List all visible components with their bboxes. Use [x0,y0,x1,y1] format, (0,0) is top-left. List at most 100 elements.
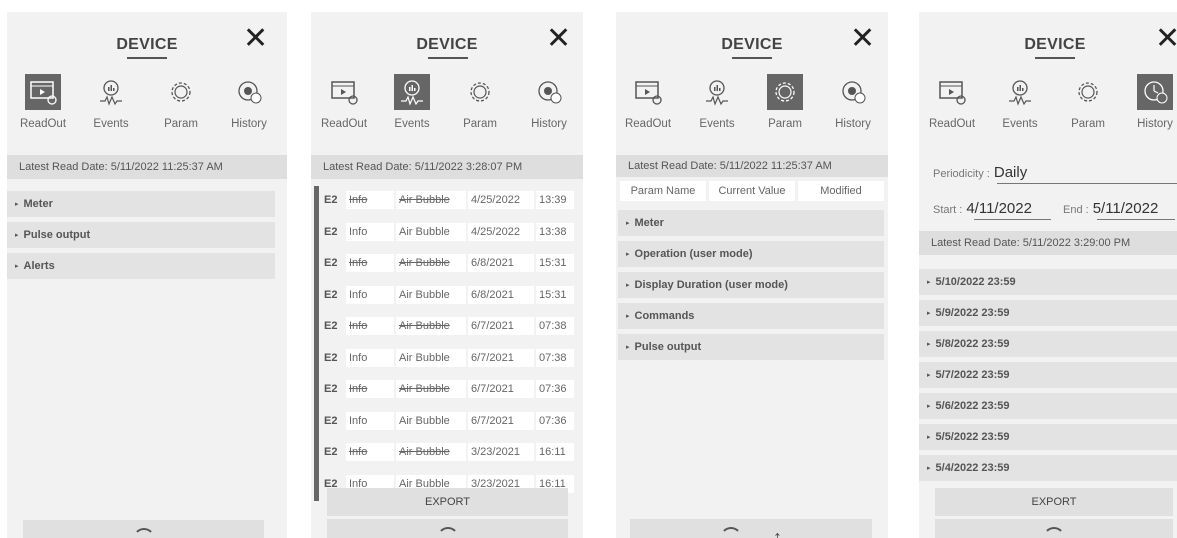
history-entry[interactable]: ▸ 5/7/2022 23:59 [919,362,1177,388]
table-row[interactable]: E2 Info Air Bubble 6/7/2021 07:38 [311,312,583,344]
end-label: End : [1063,204,1089,216]
event-level-cell: Info [346,191,394,209]
section-operation[interactable]: ▸ Operation (user mode) [618,241,884,267]
event-message-cell: Air Bubble [396,254,466,272]
tab-readout[interactable]: ReadOut [314,74,374,130]
tab-events[interactable]: Events [990,74,1050,130]
export-button[interactable]: EXPORT [935,488,1173,516]
tab-history[interactable]: History [219,74,279,130]
table-row[interactable]: E2 Info Air Bubble 6/8/2021 15:31 [311,280,583,312]
refresh-button[interactable] [935,519,1173,538]
section-meter[interactable]: ▸ Meter [618,210,884,236]
history-entry[interactable]: ▸ 5/9/2022 23:59 [919,300,1177,326]
table-row[interactable]: E2 Info Air Bubble 4/25/2022 13:39 [311,186,583,218]
export-button[interactable]: EXPORT [327,488,568,516]
tab-history[interactable]: History [1125,74,1177,130]
readout-icon [326,74,362,110]
row-accent-bar [314,438,319,470]
tab-label: ReadOut [624,118,672,130]
section-commands[interactable]: ▸ Commands [618,303,884,329]
event-level-cell: Info [346,380,394,398]
param-icon [462,74,498,110]
history-icon [1137,74,1173,110]
refresh-button[interactable] [327,519,568,538]
event-time-cell: 16:11 [536,443,574,461]
upload-icon[interactable]: ↑ [773,527,782,538]
tab-events[interactable]: Events [81,74,141,130]
tab-param[interactable]: Param [1058,74,1118,130]
refresh-button[interactable] [23,520,264,538]
tab-history[interactable]: History [823,74,883,130]
tab-readout[interactable]: ReadOut [13,74,73,130]
expand-triangle-icon: ▸ [626,313,630,320]
event-level-cell: Info [346,285,394,304]
event-time-cell: 07:36 [536,411,574,430]
close-icon[interactable]: ✕ [243,24,268,54]
start-underline [974,219,1051,220]
close-icon[interactable]: ✕ [546,24,571,54]
history-entry[interactable]: ▸ 5/4/2022 23:59 [919,455,1177,481]
end-underline [1097,219,1175,220]
tab-param[interactable]: Param [755,74,815,130]
event-code-cell: E2 [324,288,338,301]
expand-triangle-icon: ▸ [15,232,19,239]
refresh-icon [132,528,155,538]
history-entry[interactable]: ▸ 5/10/2022 23:59 [919,269,1177,295]
periodicity-field[interactable]: Periodicity : Daily [933,164,1027,181]
tab-events[interactable]: Events [687,74,747,130]
event-time-cell: 07:36 [536,380,574,398]
tab-label: ReadOut [19,118,67,130]
tab-bar: ReadOut Events Param History [919,74,1177,144]
row-accent-bar [314,249,319,281]
refresh-icon[interactable] [719,527,742,538]
section-meter[interactable]: ▸ Meter [7,191,275,217]
end-date-field[interactable]: End :5/11/2022 [1063,200,1158,217]
event-time-cell: 13:39 [536,191,574,209]
history-entry[interactable]: ▸ 5/8/2022 23:59 [919,331,1177,357]
history-entry[interactable]: ▸ 5/6/2022 23:59 [919,393,1177,419]
section-pulse-output[interactable]: ▸ Pulse output [618,334,884,360]
table-row[interactable]: E2 Info Air Bubble 6/7/2021 07:38 [311,343,583,375]
close-icon[interactable]: ✕ [850,24,875,54]
expand-triangle-icon: ▸ [15,201,19,208]
events-icon [1002,74,1038,110]
start-date-field[interactable]: Start :4/11/2022 [933,200,1032,217]
title-underline [127,57,167,59]
section-display-duration[interactable]: ▸ Display Duration (user mode) [618,272,884,298]
table-row[interactable]: E2 Info Air Bubble 4/25/2022 13:38 [311,217,583,249]
tab-readout[interactable]: ReadOut [922,74,982,130]
tab-param[interactable]: Param [450,74,510,130]
tab-label: Events [1002,118,1038,130]
event-code-cell: E2 [324,351,338,364]
history-entry-label: 5/7/2022 23:59 [935,369,1010,381]
table-row[interactable]: E2 Info Air Bubble 6/7/2021 07:36 [311,406,583,438]
history-entry-label: 5/4/2022 23:59 [935,462,1010,474]
table-row[interactable]: E2 Info Air Bubble 6/7/2021 07:36 [311,375,583,407]
tab-readout[interactable]: ReadOut [618,74,678,130]
readout-panel: DEVICE ✕ ReadOut Events Param History La… [7,12,287,538]
tab-param[interactable]: Param [151,74,211,130]
section-pulse-output[interactable]: ▸ Pulse output [7,222,275,248]
tab-label: History [531,118,567,130]
event-level-cell: Info [346,348,394,367]
close-icon[interactable]: ✕ [1155,24,1177,54]
latest-read-date: Latest Read Date: 5/11/2022 11:25:37 AM [616,155,888,177]
section-alerts[interactable]: ▸ Alerts [7,253,275,279]
section-label: Alerts [23,260,55,272]
section-label: Display Duration (user mode) [634,279,788,291]
tab-label: ReadOut [928,118,976,130]
table-row[interactable]: E2 Info Air Bubble 6/8/2021 15:31 [311,249,583,281]
event-message-cell: Air Bubble [396,380,466,398]
history-icon [835,74,871,110]
tab-events[interactable]: Events [382,74,442,130]
table-row[interactable]: E2 Info Air Bubble 3/23/2021 16:11 [311,438,583,470]
expand-triangle-icon: ▸ [927,434,931,441]
event-date-cell: 6/8/2021 [468,254,534,272]
history-entry[interactable]: ▸ 5/5/2022 23:59 [919,424,1177,450]
event-code-cell: E2 [324,320,338,332]
readout-icon [25,74,61,110]
events-table: E2 Info Air Bubble 4/25/2022 13:39 E2 Info Air … [311,186,583,501]
tab-history[interactable]: History [519,74,579,130]
event-level-cell: Info [346,443,394,461]
expand-triangle-icon: ▸ [927,372,931,379]
